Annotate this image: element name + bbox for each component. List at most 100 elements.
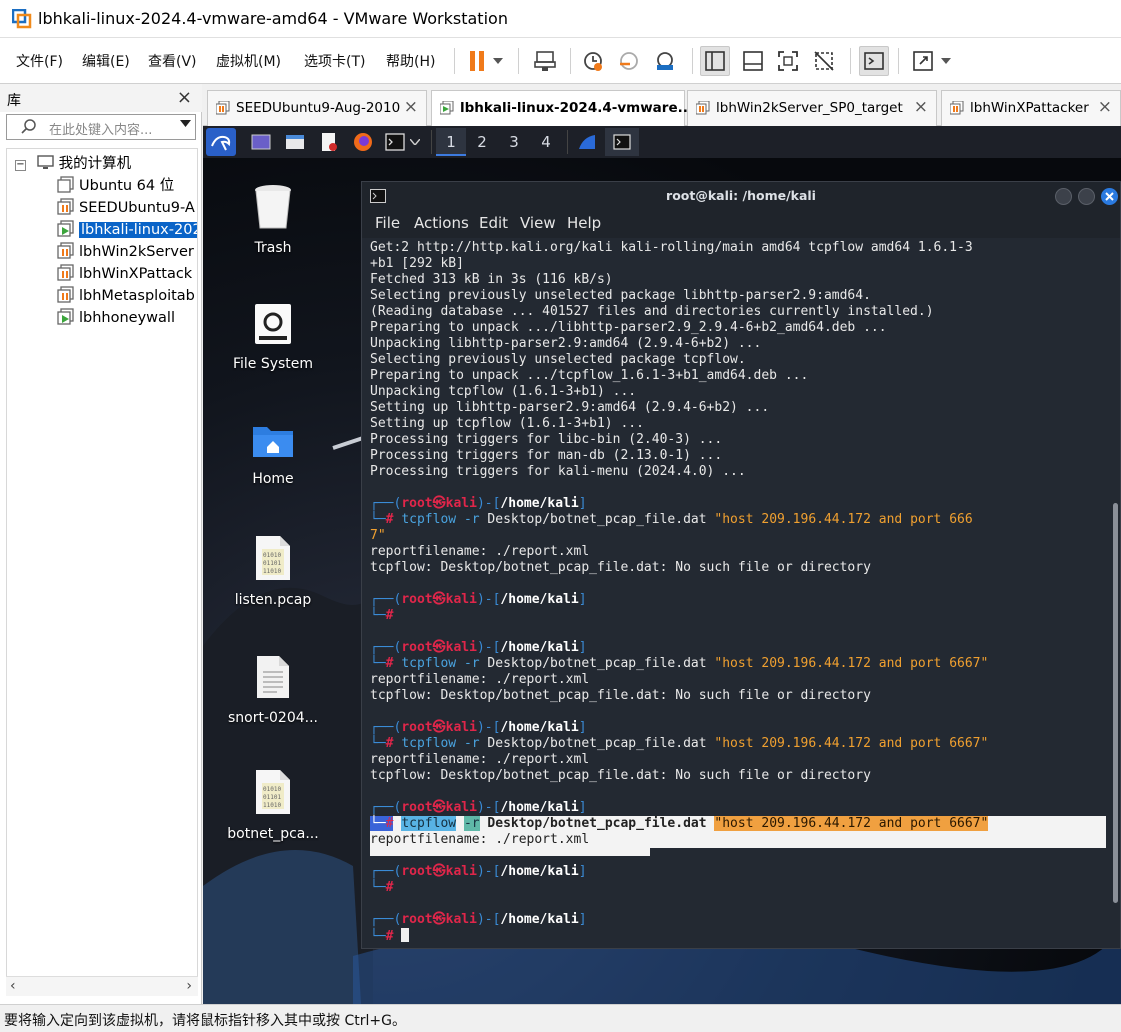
tree-item-ubuntu[interactable]: Ubuntu 64 位 xyxy=(57,175,174,197)
desktop-home[interactable]: Home xyxy=(218,421,328,487)
desktop-filesystem[interactable]: File System xyxy=(218,302,328,372)
text-editor-icon[interactable] xyxy=(317,128,341,156)
maximize-icon[interactable] xyxy=(1078,188,1095,205)
terminal-window[interactable]: root@kali: /home/kali File Actions Edit … xyxy=(361,181,1121,949)
tab-label: lbhWinXPattacker xyxy=(970,100,1089,116)
close-icon[interactable] xyxy=(1101,188,1118,205)
minimize-icon[interactable] xyxy=(1055,188,1072,205)
workspace-label: 2 xyxy=(477,133,487,151)
menu-tabs[interactable]: 选项卡(T) xyxy=(304,51,365,71)
close-icon[interactable]: × xyxy=(404,97,418,117)
vm-running-icon xyxy=(57,308,74,325)
terminal-line: tcpflow: Desktop/botnet_pcap_file.dat: N… xyxy=(370,768,871,783)
library-search-input[interactable]: 在此处键入内容... xyxy=(6,114,196,140)
desktop-trash[interactable]: Trash xyxy=(218,184,328,256)
tab-win2k[interactable]: lbhWin2kServer_SP0_target × xyxy=(687,90,937,126)
taskbar-terminal-icon[interactable] xyxy=(605,128,639,156)
terminal-launcher-icon[interactable] xyxy=(383,128,407,156)
terminal-menu-view[interactable]: View xyxy=(520,214,556,232)
chevron-down-icon[interactable] xyxy=(408,128,422,156)
file-manager-icon[interactable] xyxy=(283,128,307,156)
tab-label: lbhkali-linux-2024.4-vmware... xyxy=(460,100,693,116)
menu-help[interactable]: 帮助(H) xyxy=(386,51,435,71)
tab-kali[interactable]: lbhkali-linux-2024.4-vmware... xyxy=(431,90,693,126)
tree-item-label: lbhMetasploitab xyxy=(79,288,195,304)
workspace-2[interactable]: 2 xyxy=(467,128,497,156)
vm-off-icon xyxy=(57,176,74,193)
snapshot-icon[interactable] xyxy=(578,46,608,76)
tree-item-label: lbhWin2kServer xyxy=(79,244,194,260)
terminal-menu-file[interactable]: File xyxy=(375,214,400,232)
kali-menu-icon[interactable] xyxy=(206,128,236,156)
workspace-3[interactable]: 3 xyxy=(499,128,529,156)
desktop-listen-pcap[interactable]: 01010 01101 11010 listen.pcap xyxy=(218,534,328,608)
vm-running-icon xyxy=(440,101,454,115)
terminal-command-wrap: 7" xyxy=(370,528,386,543)
terminal-line: Selecting previously unselected package … xyxy=(370,352,746,367)
collapse-icon[interactable]: − xyxy=(15,160,26,171)
desktop-icon-label: Home xyxy=(252,471,294,487)
computer-icon xyxy=(36,155,54,169)
terminal-active-command[interactable]: └─# xyxy=(370,928,410,945)
tree-item-seedubuntu[interactable]: SEEDUbuntu9-A xyxy=(57,197,195,219)
terminal-line: (Reading database ... 401527 files and d… xyxy=(370,304,934,319)
desktop-botnet-pcap[interactable]: 01010 01101 11010 botnet_pca... xyxy=(218,768,328,842)
unity-icon[interactable] xyxy=(809,46,839,76)
library-horizontal-scrollbar[interactable]: ‹ › xyxy=(6,976,198,996)
menu-edit[interactable]: 编辑(E) xyxy=(82,51,130,71)
snapshot-manager-icon[interactable] xyxy=(650,46,680,76)
console-view-icon[interactable] xyxy=(859,46,889,76)
tree-item-honeywall[interactable]: lbhhoneywall xyxy=(57,307,175,329)
vm-console[interactable]: 1 2 3 4 Trash File System Home 01010 0110… xyxy=(203,126,1121,1004)
terminal-line: Fetched 313 kB in 3s (116 kB/s) xyxy=(370,272,613,287)
close-icon[interactable]: × xyxy=(177,87,192,108)
vm-tree: − 我的计算机 Ubuntu 64 位 SEEDUbuntu9-A lbhkal… xyxy=(6,148,198,988)
menu-file[interactable]: 文件(F) xyxy=(16,51,63,71)
workspace-label: 3 xyxy=(509,133,519,151)
tab-winxp[interactable]: lbhWinXPattacker × xyxy=(941,90,1121,126)
full-screen-icon[interactable] xyxy=(773,46,803,76)
terminal-line: tcpflow: Desktop/botnet_pcap_file.dat: N… xyxy=(370,688,871,703)
tree-item-win2k[interactable]: lbhWin2kServer xyxy=(57,241,194,263)
desktop-icon-label: snort-0204... xyxy=(227,710,318,726)
terminal-output[interactable]: Get:2 http://http.kali.org/kali kali-rol… xyxy=(362,238,1120,948)
workspace-4[interactable]: 4 xyxy=(531,128,561,156)
stretch-icon[interactable] xyxy=(908,46,938,76)
vmware-app-icon xyxy=(12,9,32,29)
tree-item-winxp[interactable]: lbhWinXPattack xyxy=(57,263,192,285)
firefox-icon[interactable] xyxy=(351,128,375,156)
terminal-line: Setting up tcpflow (1.6.1-3+b1) ... xyxy=(370,416,644,431)
menu-view[interactable]: 查看(V) xyxy=(148,51,197,71)
vm-suspended-icon xyxy=(57,286,74,303)
tree-item-metasploitable[interactable]: lbhMetasploitab xyxy=(57,285,195,307)
terminal-line: reportfilename: ./report.xml xyxy=(370,752,590,767)
close-icon[interactable]: × xyxy=(914,97,928,117)
tree-item-kali[interactable]: lbhkali-linux-202 xyxy=(57,219,197,241)
revert-snapshot-icon[interactable] xyxy=(614,46,644,76)
terminal-titlebar[interactable]: root@kali: /home/kali xyxy=(362,182,1120,210)
scroll-left-icon[interactable]: ‹ xyxy=(10,978,16,994)
terminal-menu-help[interactable]: Help xyxy=(567,214,601,232)
dropdown-icon[interactable] xyxy=(488,46,508,76)
window-title: lbhkali-linux-2024.4-vmware-amd64 - VMwa… xyxy=(38,9,508,28)
terminal-line: Processing triggers for kali-menu (2024.… xyxy=(370,464,746,479)
menu-vm[interactable]: 虚拟机(M) xyxy=(216,51,281,71)
scroll-right-icon[interactable]: › xyxy=(186,978,192,994)
desktop-snort-file[interactable]: snort-0204... xyxy=(218,654,328,726)
desktop-icon[interactable] xyxy=(249,128,273,156)
send-ctrl-alt-del-icon[interactable] xyxy=(530,46,560,76)
show-library-icon[interactable] xyxy=(700,46,730,76)
terminal-scrollbar[interactable] xyxy=(1113,503,1118,903)
tab-label: lbhWin2kServer_SP0_target xyxy=(716,100,903,116)
stretch-dropdown-icon[interactable] xyxy=(936,46,956,76)
taskbar-app-icon[interactable] xyxy=(575,128,599,156)
close-icon[interactable]: × xyxy=(1098,97,1112,117)
tree-root[interactable]: − 我的计算机 xyxy=(15,153,131,175)
binary-file-icon: 010100110111010 xyxy=(256,536,290,580)
tab-seedubuntu[interactable]: SEEDUbuntu9-Aug-2010 × xyxy=(207,90,427,126)
thumbnail-bar-icon[interactable] xyxy=(738,46,768,76)
chevron-down-icon[interactable] xyxy=(180,120,191,127)
workspace-1[interactable]: 1 xyxy=(436,128,466,156)
terminal-menu-edit[interactable]: Edit xyxy=(479,214,508,232)
terminal-menu-actions[interactable]: Actions xyxy=(414,214,469,232)
